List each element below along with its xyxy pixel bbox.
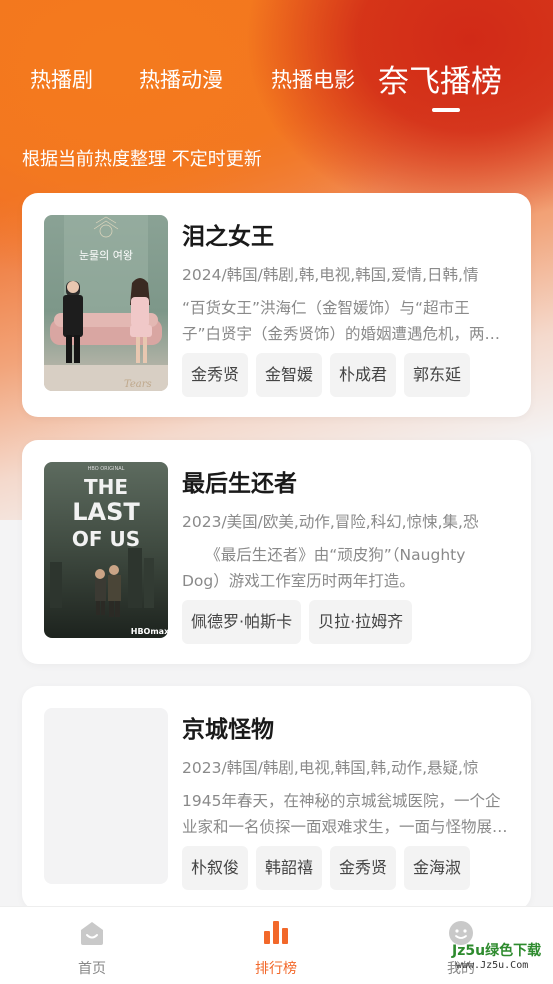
- cast-tag[interactable]: 佩德罗·帕斯卡: [182, 600, 302, 644]
- tab-hot-anime[interactable]: 热播动漫: [139, 64, 223, 94]
- poster-image: 눈물의 여왕 Tears: [44, 215, 168, 391]
- drama-meta: 2023/美国/欧美,动作,冒险,科幻,惊悚,集,恐: [182, 513, 479, 531]
- svg-text:LAST: LAST: [72, 498, 140, 526]
- svg-text:Tears: Tears: [124, 379, 152, 390]
- svg-text:눈물의 여왕: 눈물의 여왕: [79, 249, 133, 262]
- svg-text:HBOmax: HBOmax: [131, 627, 168, 636]
- drama-description: 1945年春天，在神秘的京城瓮城医院，一个企业家和一名侦探一面艰难求生，一面与怪…: [182, 792, 508, 836]
- cast-tag[interactable]: 贝拉·拉姆齐: [309, 600, 413, 644]
- cast-tag[interactable]: 郭东延: [404, 353, 471, 397]
- drama-description: “百货女王”洪海仁（金智媛饰）与“超市王子”白贤宇（金秀贤饰）的婚姻遭遇危机，两…: [182, 299, 501, 343]
- cast-tags: 佩德罗·帕斯卡 贝拉·拉姆齐: [182, 600, 413, 644]
- poster-image: HBO ORIGINAL THE LAST OF US HBOmax: [44, 462, 168, 638]
- drama-meta: 2024/韩国/韩剧,韩,电视,韩国,爱情,日韩,情: [182, 266, 479, 284]
- cast-tag[interactable]: 朴成君: [330, 353, 397, 397]
- cast-tag[interactable]: 金智媛: [256, 353, 323, 397]
- svg-text:OF US: OF US: [72, 527, 140, 551]
- nav-ranking-label: 排行榜: [255, 961, 297, 977]
- list-item[interactable]: 京城怪物 2023/韩国/韩剧,电视,韩国,韩,动作,悬疑,惊 1945年春天，…: [22, 686, 531, 910]
- watermark-line1: Jz5u绿色下载: [452, 943, 542, 959]
- ranking-bar-icon: [264, 921, 288, 944]
- cast-tag[interactable]: 朴叙俊: [182, 846, 249, 890]
- cast-tags: 金秀贤 金智媛 朴成君 郭东延: [182, 353, 471, 397]
- list-item[interactable]: 눈물의 여왕 Tears 泪之女王 2024/韩国/韩剧,韩,电视,韩国,爱情,…: [22, 193, 531, 417]
- home-icon: [81, 922, 103, 945]
- drama-meta: 2023/韩国/韩剧,电视,韩国,韩,动作,悬疑,惊: [182, 759, 479, 777]
- list-item[interactable]: HBO ORIGINAL THE LAST OF US HBOmax 最后生还者…: [22, 440, 531, 664]
- queen-of-tears-poster: 눈물의 여왕 Tears: [44, 215, 168, 391]
- cast-tag[interactable]: 金海淑: [404, 846, 471, 890]
- the-last-of-us-poster: HBO ORIGINAL THE LAST OF US HBOmax: [44, 462, 168, 638]
- poster-placeholder: [44, 708, 168, 884]
- drama-title: 京城怪物: [182, 717, 274, 743]
- tab-hot-drama[interactable]: 热播剧: [30, 64, 93, 94]
- watermark-line2: www.Jz5u.Com: [456, 960, 529, 971]
- nav-ranking[interactable]: 排行榜: [216, 907, 336, 984]
- svg-text:THE: THE: [84, 475, 128, 499]
- tab-netflix-ranking[interactable]: 奈飞播榜: [378, 56, 502, 101]
- drama-title: 泪之女王: [182, 224, 274, 250]
- tab-hot-movie[interactable]: 热播电影: [271, 64, 355, 94]
- cast-tag[interactable]: 金秀贤: [330, 846, 397, 890]
- site-watermark: Jz5u绿色下载 www.Jz5u.Com: [440, 940, 553, 980]
- svg-text:HBO ORIGINAL: HBO ORIGINAL: [88, 466, 125, 472]
- cast-tag[interactable]: 韩韶禧: [256, 846, 323, 890]
- cast-tags: 朴叙俊 韩韶禧 金秀贤 金海淑: [182, 846, 471, 890]
- drama-title: 最后生还者: [182, 471, 297, 497]
- ranking-subtitle: 根据当前热度整理 不定时更新: [22, 149, 262, 170]
- nav-home-label: 首页: [78, 961, 106, 977]
- category-tabs: 热播剧 热播动漫 热播电影 奈飞播榜: [0, 52, 553, 112]
- drama-description: 《最后生还者》由“顽皮狗”（Naughty Dog）游戏工作室历时两年打造。: [182, 546, 466, 590]
- active-tab-indicator: [432, 108, 460, 112]
- cast-tag[interactable]: 金秀贤: [182, 353, 249, 397]
- nav-home[interactable]: 首页: [32, 907, 152, 984]
